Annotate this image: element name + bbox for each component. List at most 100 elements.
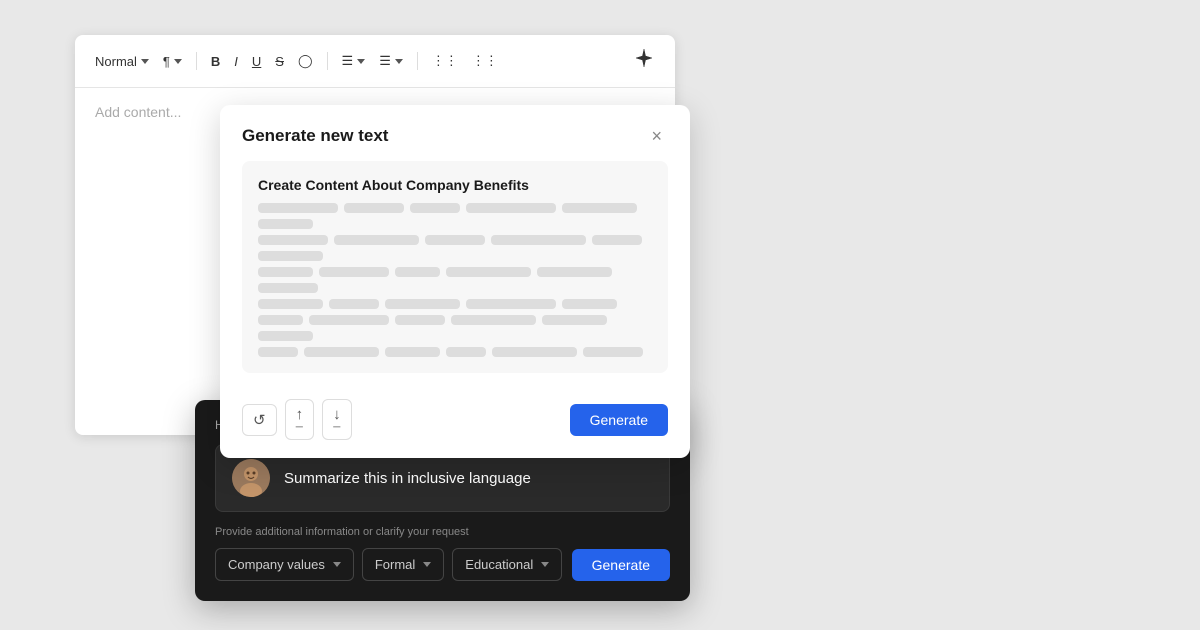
- avatar: [232, 459, 270, 497]
- modal-actions: ↺ ↑─ ↓─ Generate: [220, 389, 690, 458]
- topic-label: Company values: [228, 557, 325, 572]
- skeleton-row-6: [258, 347, 652, 357]
- style-dropdown[interactable]: Educational: [452, 548, 562, 581]
- generate-modal: Generate new text × Create Content About…: [220, 105, 690, 458]
- skeleton-row-5: [258, 315, 652, 341]
- skeleton-row-4: [258, 299, 652, 309]
- topic-chevron-icon: [333, 562, 341, 567]
- skel: [592, 235, 642, 245]
- strikethrough-button[interactable]: S: [269, 50, 290, 73]
- paragraph-selector[interactable]: ¶: [157, 50, 188, 73]
- skel: [451, 315, 536, 325]
- skeleton-row-2: [258, 235, 652, 261]
- format-group: B I U S ◯: [205, 49, 319, 73]
- align-group: ☰ ☰: [336, 49, 409, 73]
- modal-title: Generate new text: [242, 126, 388, 146]
- skel: [334, 235, 419, 245]
- skel: [258, 251, 323, 261]
- skel: [446, 267, 531, 277]
- lengthen-button[interactable]: ↓─: [322, 399, 352, 440]
- align-selector[interactable]: ☰: [336, 49, 372, 73]
- sep-2: [327, 52, 328, 70]
- lengthen-icon: ↓─: [333, 406, 341, 433]
- skel: [258, 299, 323, 309]
- avatar-image: [232, 459, 270, 497]
- modal-header: Generate new text ×: [220, 105, 690, 161]
- indent-chevron-icon: [395, 59, 403, 64]
- improve-generate-button[interactable]: Generate: [572, 549, 670, 581]
- skel: [258, 347, 298, 357]
- underline-button[interactable]: U: [246, 50, 267, 73]
- skel: [309, 315, 389, 325]
- skel: [258, 219, 313, 229]
- skel: [258, 315, 303, 325]
- style-group: Normal ¶: [89, 50, 188, 73]
- editor-toolbar: Normal ¶ B I U S ◯ ☰ ☰: [75, 35, 675, 88]
- skel: [583, 347, 643, 357]
- skel: [385, 347, 440, 357]
- skeleton-row-3: [258, 267, 652, 293]
- indent-label: ☰: [379, 53, 391, 69]
- improve-controls: Company values Formal Educational Genera…: [215, 548, 670, 581]
- skel: [329, 299, 379, 309]
- topic-dropdown[interactable]: Company values: [215, 548, 354, 581]
- shorten-icon: ↑─: [296, 406, 304, 433]
- modal-close-button[interactable]: ×: [645, 125, 668, 147]
- skel: [425, 235, 485, 245]
- skel: [395, 267, 440, 277]
- tone-label: Formal: [375, 557, 415, 572]
- refresh-icon: ↺: [253, 411, 266, 429]
- skel: [258, 267, 313, 277]
- align-label: ☰: [342, 53, 354, 69]
- skel: [562, 203, 637, 213]
- skel: [446, 347, 486, 357]
- sep-1: [196, 52, 197, 70]
- italic-button[interactable]: I: [228, 50, 244, 73]
- skel: [304, 347, 379, 357]
- modal-preview-area: Create Content About Company Benefits: [242, 161, 668, 373]
- skel: [258, 331, 313, 341]
- style-label: Educational: [465, 557, 533, 572]
- skeleton-row-1: [258, 203, 652, 229]
- skel: [395, 315, 445, 325]
- sep-3: [417, 52, 418, 70]
- paragraph-label: ¶: [163, 54, 170, 69]
- bullet-list-button[interactable]: ⋮⋮: [426, 49, 464, 73]
- tone-dropdown[interactable]: Formal: [362, 548, 444, 581]
- skel: [385, 299, 460, 309]
- modal-generate-button[interactable]: Generate: [570, 404, 668, 436]
- skel: [410, 203, 460, 213]
- suggestion-text: Summarize this in inclusive language: [284, 470, 531, 487]
- align-chevron-icon: [357, 59, 365, 64]
- skel: [466, 203, 556, 213]
- style-label: Normal: [95, 54, 137, 69]
- skel: [491, 235, 586, 245]
- para-chevron-icon: [174, 59, 182, 64]
- skel: [466, 299, 556, 309]
- list-group: ⋮⋮ ⋮⋮: [426, 49, 504, 73]
- style-selector[interactable]: Normal: [89, 50, 155, 73]
- editor-placeholder: Add content...: [95, 104, 181, 120]
- tone-chevron-icon: [423, 562, 431, 567]
- skel: [258, 283, 318, 293]
- bold-button[interactable]: B: [205, 50, 226, 73]
- skel: [492, 347, 577, 357]
- shorten-button[interactable]: ↑─: [285, 399, 315, 440]
- skel: [542, 315, 607, 325]
- skel: [258, 203, 338, 213]
- refresh-button[interactable]: ↺: [242, 404, 277, 436]
- style-chevron-icon: [541, 562, 549, 567]
- sparkle-icon: [633, 47, 655, 69]
- style-chevron-icon: [141, 59, 149, 64]
- preview-title: Create Content About Company Benefits: [258, 177, 652, 193]
- skel: [344, 203, 404, 213]
- skel: [537, 267, 612, 277]
- ordered-list-button[interactable]: ⋮⋮: [466, 49, 504, 73]
- skel: [258, 235, 328, 245]
- improve-info-label: Provide additional information or clarif…: [215, 526, 670, 538]
- ai-sparkle-button[interactable]: [627, 45, 661, 77]
- indent-selector[interactable]: ☰: [373, 49, 409, 73]
- highlight-button[interactable]: ◯: [292, 49, 319, 73]
- skel: [562, 299, 617, 309]
- skeleton-content: [258, 203, 652, 357]
